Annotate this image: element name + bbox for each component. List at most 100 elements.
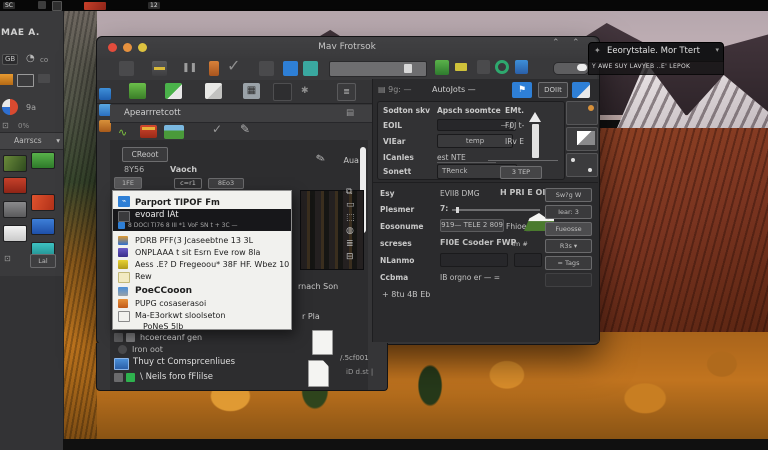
menubar-badge-12[interactable]: 12	[148, 2, 160, 9]
sidebar-dropdown[interactable]: Aarrscs ▾	[0, 132, 63, 150]
nlanmo-input-2[interactable]	[514, 253, 542, 267]
add-link[interactable]: + 8tu 4B Eb	[382, 290, 430, 299]
option4-icon[interactable]	[114, 373, 123, 382]
side-button-3[interactable]: Fueosse	[545, 222, 592, 236]
swatch-blue[interactable]	[31, 218, 55, 235]
link-icon[interactable]: ⧉	[346, 186, 364, 199]
dark-box-icon[interactable]	[273, 83, 292, 101]
folder-icon[interactable]: ▭	[346, 199, 364, 212]
option2-icon[interactable]	[118, 345, 127, 354]
preset-thumb-1[interactable]	[566, 101, 598, 125]
dark-tool-icon[interactable]	[477, 60, 490, 74]
swatch-gray[interactable]	[3, 201, 27, 218]
option3-icon[interactable]	[114, 358, 129, 370]
stack-icon[interactable]: ⊟	[346, 251, 364, 264]
chip-8eo3[interactable]: 8Eo3	[208, 178, 244, 189]
trash-icon[interactable]: ⬚	[346, 212, 364, 225]
create-button[interactable]: CReoot	[122, 147, 168, 162]
green-folder-icon[interactable]	[129, 83, 146, 99]
check-icon[interactable]: ✓	[227, 56, 240, 75]
toolbar-search-input[interactable]	[329, 61, 427, 77]
eosonume-value[interactable]: 919— TELE 2 809	[440, 219, 504, 232]
lal-chip[interactable]: Lal	[30, 254, 56, 268]
blue-corner-icon[interactable]	[572, 82, 590, 98]
plesmer-slider[interactable]	[452, 209, 540, 211]
green-tool-icon[interactable]	[435, 60, 449, 75]
chevron-down-icon[interactable]: ▾	[715, 46, 719, 54]
float-toolbar[interactable]: ✦ Eeorytstale. Mor Ttert ▾	[588, 42, 724, 62]
menubar-glyph-icon[interactable]	[38, 1, 46, 9]
photo-icon[interactable]	[164, 125, 184, 139]
mini-slider-line[interactable]	[488, 160, 558, 161]
chevron-up-icon[interactable]: ⌃	[572, 38, 580, 48]
blue-tool-icon[interactable]	[515, 60, 528, 74]
layers-icon[interactable]	[152, 61, 167, 76]
orange-cell-icon[interactable]	[209, 61, 219, 76]
pencil-check-icon[interactable]: ✎	[240, 122, 250, 136]
page-thumbnail-folded[interactable]	[308, 360, 329, 387]
orange-swatch[interactable]	[0, 74, 13, 85]
aua-dropdown[interactable]: Aua ▾	[336, 153, 372, 168]
option4-label[interactable]: \ Neils foro fFlilse	[140, 372, 213, 382]
list-box-icon[interactable]: ≣	[337, 83, 356, 101]
yellow-tool-icon[interactable]	[455, 63, 467, 71]
panel-toggle-icon[interactable]: ▤	[346, 105, 354, 122]
side-button-2[interactable]: Iear: 3	[545, 205, 592, 219]
menu-item-1[interactable]: evoard IAt 8 DOCI TI76 8 III *1 VoF SN t…	[113, 209, 291, 231]
menubar-box-icon[interactable]	[52, 1, 62, 11]
option1b-icon[interactable]	[126, 333, 135, 342]
photo-folded-icon[interactable]	[165, 83, 182, 99]
preset-thumb-3[interactable]	[566, 153, 598, 177]
swatch-white-doc[interactable]	[3, 225, 27, 242]
side-button-1[interactable]: Sw?g W	[545, 188, 592, 202]
option2-label[interactable]: Iron oot	[132, 345, 163, 354]
rail-blue-icon[interactable]	[99, 88, 111, 100]
grid-glyph-icon[interactable]: ⊡	[4, 254, 11, 263]
chip-1fe[interactable]: 1FE	[114, 177, 142, 189]
step-chip[interactable]: 3 TEP	[500, 166, 542, 179]
option4-green-icon[interactable]	[126, 373, 135, 382]
teal-tool-icon[interactable]	[303, 61, 318, 76]
doit-button[interactable]: DOIIt	[538, 82, 568, 98]
mini-panel-icon[interactable]	[38, 74, 50, 83]
wave-icon[interactable]: ∿	[118, 126, 127, 139]
swatch-red[interactable]	[3, 177, 27, 194]
flag-blue-button[interactable]: ⚑	[512, 82, 532, 98]
slider-up-arrow[interactable]	[529, 112, 541, 122]
globe-icon[interactable]: ◍	[346, 225, 364, 238]
side-button-5[interactable]: = Tags	[545, 256, 592, 270]
chip-cr1[interactable]: c=r1	[174, 178, 202, 189]
red-card-icon[interactable]	[140, 125, 157, 138]
record-ring-icon[interactable]	[495, 60, 509, 74]
blue-panel-icon[interactable]	[283, 61, 298, 76]
question-glyph-icon[interactable]: ✱	[301, 83, 318, 99]
percent-box-icon[interactable]: ⊡	[2, 121, 9, 130]
viear-select[interactable]: temp	[437, 134, 513, 148]
check-icon[interactable]: ✓	[212, 122, 222, 136]
menubar-badge-sc[interactable]: SC	[3, 2, 15, 9]
option1-icon[interactable]	[114, 333, 123, 342]
preset-thumb-2[interactable]	[566, 127, 598, 151]
swatch-green-dark[interactable]	[3, 155, 27, 172]
chevron-up-icon[interactable]: ⌃	[552, 38, 560, 48]
calendar-grid-icon[interactable]: ▦	[243, 83, 260, 99]
slider-track[interactable]	[532, 124, 539, 158]
timer-icon[interactable]: ◔	[26, 53, 35, 64]
option1-label[interactable]: hcoerceanf gen	[140, 333, 202, 342]
swatch-green[interactable]	[31, 152, 55, 169]
toolbar-slider[interactable]	[553, 62, 589, 75]
icanles-value[interactable]: est NTE	[437, 153, 496, 163]
empty-swatch[interactable]	[17, 74, 34, 87]
list-icon[interactable]: ≣	[346, 238, 364, 251]
columns-icon[interactable]: ❚❚	[182, 61, 197, 76]
option3-label[interactable]: Thuy ct Comsprcenliues	[133, 357, 235, 367]
menubar-red-app-icon[interactable]	[84, 2, 106, 10]
camera-icon[interactable]	[119, 61, 134, 76]
export-tool-icon[interactable]	[259, 61, 274, 76]
page-thumbnail[interactable]	[312, 330, 333, 355]
nlanmo-input-1[interactable]	[440, 253, 508, 267]
swatch-orange-red[interactable]	[31, 194, 55, 211]
white-page-icon[interactable]	[205, 83, 222, 99]
side-button-4[interactable]: R3s ▾	[545, 239, 592, 253]
menu-item-0[interactable]: ⌁ Parport TIPOF Fm	[113, 193, 291, 209]
